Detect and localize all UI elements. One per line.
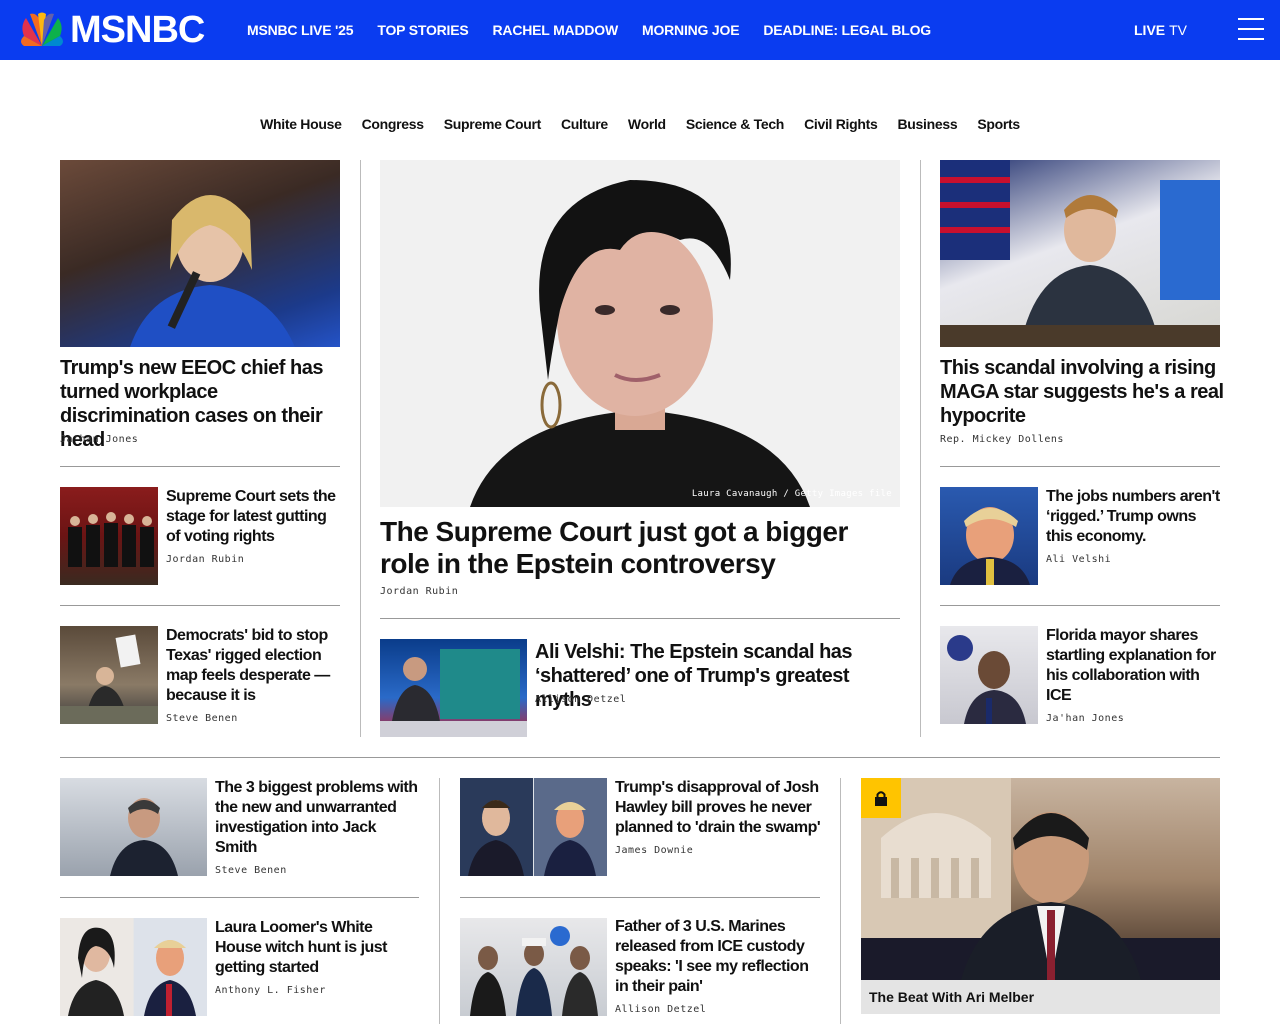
msnbc-logo[interactable]: MSNBC bbox=[16, 8, 205, 51]
column-divider bbox=[439, 778, 440, 1024]
article-byline[interactable]: Allison Detzel bbox=[535, 694, 626, 705]
video-thumbnail[interactable] bbox=[861, 778, 1220, 980]
article-headline[interactable]: Democrats' bid to stop Texas' rigged ele… bbox=[166, 626, 342, 706]
section-sports[interactable]: Sports bbox=[977, 116, 1020, 132]
section-supreme-court[interactable]: Supreme Court bbox=[444, 116, 542, 132]
article-byline[interactable]: Ali Velshi bbox=[1046, 554, 1111, 565]
article-headline[interactable]: Supreme Court sets the stage for latest … bbox=[166, 487, 342, 547]
article-headline[interactable]: This scandal involving a rising MAGA sta… bbox=[940, 356, 1225, 428]
article-image[interactable] bbox=[460, 918, 607, 1016]
divider bbox=[380, 618, 900, 619]
article-byline[interactable]: Ja'han Jones bbox=[60, 434, 138, 445]
column-divider bbox=[840, 778, 841, 1024]
divider bbox=[940, 605, 1220, 606]
article-byline[interactable]: Ja'han Jones bbox=[1046, 713, 1124, 724]
brand-name: MSNBC bbox=[70, 8, 205, 51]
article-image[interactable] bbox=[940, 626, 1038, 724]
article-image[interactable] bbox=[60, 778, 207, 876]
article-headline[interactable]: Father of 3 U.S. Marines released from I… bbox=[615, 917, 821, 997]
article-byline[interactable]: Anthony L. Fisher bbox=[215, 985, 326, 996]
section-congress[interactable]: Congress bbox=[362, 116, 424, 132]
column-divider bbox=[920, 160, 921, 737]
section-science-tech[interactable]: Science & Tech bbox=[686, 116, 785, 132]
menu-icon[interactable] bbox=[1238, 18, 1264, 40]
nav-item-msnbc-live[interactable]: MSNBC LIVE '25 bbox=[247, 22, 354, 38]
nav-item-deadline-legal-blog[interactable]: DEADLINE: LEGAL BLOG bbox=[763, 22, 931, 38]
top-navigation-bar: MSNBC MSNBC LIVE '25 TOP STORIES RACHEL … bbox=[0, 0, 1280, 60]
divider bbox=[460, 897, 820, 898]
article-byline[interactable]: Steve Benen bbox=[215, 865, 287, 876]
section-white-house[interactable]: White House bbox=[260, 116, 342, 132]
photo-credit: Laura Cavanaugh / Getty Images file bbox=[691, 489, 892, 499]
live-label: LIVE bbox=[1134, 22, 1166, 38]
article-image[interactable] bbox=[60, 487, 158, 585]
column-divider bbox=[360, 160, 361, 737]
divider bbox=[940, 466, 1220, 467]
video-caption[interactable]: The Beat With Ari Melber bbox=[861, 980, 1220, 1014]
divider bbox=[60, 897, 419, 898]
article-image[interactable] bbox=[60, 626, 158, 724]
primary-nav: MSNBC LIVE '25 TOP STORIES RACHEL MADDOW… bbox=[247, 0, 955, 60]
divider bbox=[60, 605, 340, 606]
section-business[interactable]: Business bbox=[898, 116, 958, 132]
article-headline[interactable]: Florida mayor shares startling explanati… bbox=[1046, 626, 1222, 706]
article-headline[interactable]: Laura Loomer's White House witch hunt is… bbox=[215, 918, 421, 978]
section-divider bbox=[60, 757, 1220, 758]
article-image[interactable] bbox=[940, 487, 1038, 585]
article-headline[interactable]: The jobs numbers aren't ‘rigged.’ Trump … bbox=[1046, 487, 1222, 547]
article-byline[interactable]: Allison Detzel bbox=[615, 1004, 706, 1015]
nav-item-morning-joe[interactable]: MORNING JOE bbox=[642, 22, 740, 38]
article-image[interactable] bbox=[380, 639, 527, 737]
article-byline[interactable]: Jordan Rubin bbox=[166, 554, 244, 565]
section-culture[interactable]: Culture bbox=[561, 116, 608, 132]
lead-article-headline[interactable]: The Supreme Court just got a bigger role… bbox=[380, 516, 900, 580]
article-image[interactable] bbox=[60, 918, 207, 1016]
peacock-icon bbox=[21, 12, 63, 47]
lead-article-image[interactable]: Laura Cavanaugh / Getty Images file bbox=[380, 160, 900, 507]
divider bbox=[60, 466, 340, 467]
article-image[interactable] bbox=[940, 160, 1220, 347]
article-headline[interactable]: The 3 biggest problems with the new and … bbox=[215, 778, 421, 858]
nav-item-top-stories[interactable]: TOP STORIES bbox=[377, 22, 468, 38]
article-headline[interactable]: Trump's disapproval of Josh Hawley bill … bbox=[615, 778, 821, 838]
live-tv-link[interactable]: LIVE TV bbox=[1134, 22, 1187, 38]
section-nav: White House Congress Supreme Court Cultu… bbox=[0, 116, 1280, 132]
article-byline[interactable]: Rep. Mickey Dollens bbox=[940, 434, 1064, 445]
section-civil-rights[interactable]: Civil Rights bbox=[804, 116, 878, 132]
article-image[interactable] bbox=[60, 160, 340, 347]
lock-icon bbox=[861, 778, 901, 818]
section-world[interactable]: World bbox=[628, 116, 666, 132]
nav-item-rachel-maddow[interactable]: RACHEL MADDOW bbox=[493, 22, 619, 38]
article-byline[interactable]: James Downie bbox=[615, 845, 693, 856]
article-byline[interactable]: Jordan Rubin bbox=[380, 586, 458, 597]
article-byline[interactable]: Steve Benen bbox=[166, 713, 238, 724]
article-image[interactable] bbox=[460, 778, 607, 876]
tv-label: TV bbox=[1169, 22, 1188, 38]
